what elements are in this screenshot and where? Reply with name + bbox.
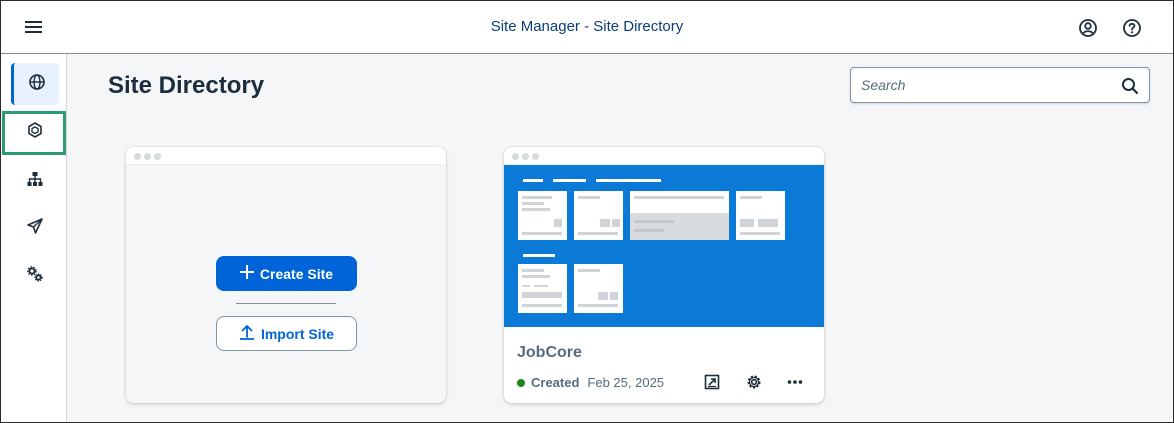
plus-icon (239, 265, 254, 282)
create-site-label: Create Site (259, 265, 334, 282)
create-site-button[interactable]: Create Site (216, 256, 357, 291)
side-navigation (1, 54, 67, 422)
import-site-button[interactable]: Import Site (216, 316, 357, 351)
status-date: Feb 25, 2025 (587, 375, 665, 390)
nav-item-site-hierarchy[interactable] (11, 160, 59, 202)
site-preview-thumbnail[interactable] (504, 165, 824, 327)
globe-icon (28, 73, 46, 96)
site-card[interactable]: JobCore Created Feb 25, 2025 (504, 147, 824, 403)
search-field[interactable] (850, 67, 1150, 103)
more-icon[interactable] (784, 371, 806, 393)
hierarchy-icon (26, 170, 44, 193)
help-icon[interactable] (1121, 17, 1143, 39)
open-in-new-icon[interactable] (701, 371, 723, 393)
search-icon[interactable] (1121, 77, 1139, 95)
status-dot-icon (517, 378, 525, 387)
gears-icon (26, 265, 44, 288)
site-status: Created Feb 25, 2025 (517, 375, 664, 390)
user-account-icon[interactable] (1077, 17, 1099, 39)
settings-icon[interactable] (743, 371, 765, 393)
import-site-label: Import Site (260, 325, 335, 342)
app-title: Site Manager - Site Directory (490, 18, 684, 35)
page-title: Site Directory (108, 72, 265, 99)
cube-icon (26, 121, 44, 144)
status-label: Created (531, 375, 580, 390)
search-input[interactable] (861, 68, 1111, 102)
shell-bar: Site Manager - Site Directory (1, 1, 1173, 54)
nav-item-content-manager[interactable] (11, 111, 59, 153)
nav-item-settings[interactable] (11, 255, 59, 297)
upload-icon (239, 324, 255, 343)
card-window-bar (126, 147, 446, 165)
create-site-card: Create Site Import Site (126, 147, 446, 403)
card-window-bar (504, 147, 824, 165)
paper-plane-icon (26, 217, 44, 240)
divider (236, 303, 336, 304)
nav-item-site-directory[interactable] (11, 63, 59, 105)
create-site-area: Create Site Import Site (126, 165, 446, 403)
site-name[interactable]: JobCore (517, 344, 582, 362)
app-frame: Site Manager - Site Directory Site Direc… (0, 0, 1174, 423)
nav-item-channel-manager[interactable] (11, 207, 59, 249)
